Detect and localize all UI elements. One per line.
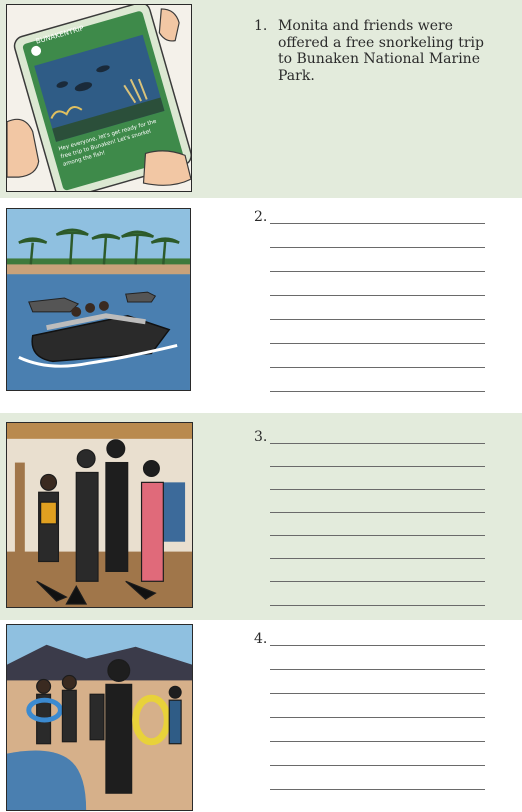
picture-beach	[6, 624, 193, 811]
answer-line[interactable]	[254, 372, 490, 394]
picture-speedboats	[6, 208, 191, 391]
answer-line[interactable]	[254, 276, 490, 298]
answer-line[interactable]	[254, 562, 490, 584]
item-1: 1. Monita and friends were offered a fre…	[254, 18, 494, 88]
answer-line[interactable]	[254, 493, 490, 515]
item-4-answer-lines: 4.	[254, 626, 494, 796]
answer-line[interactable]	[254, 770, 490, 792]
answer-line[interactable]	[254, 516, 490, 538]
item-2-answer-lines: 2.	[254, 204, 494, 404]
answer-line[interactable]	[254, 324, 490, 346]
answer-line[interactable]	[254, 698, 490, 720]
answer-line[interactable]	[254, 228, 490, 250]
answer-line[interactable]	[254, 348, 490, 370]
item-4-number: 4.	[254, 631, 268, 647]
item-1-number: 1.	[254, 18, 268, 34]
answer-line[interactable]	[254, 300, 490, 322]
item-3-number: 3.	[254, 429, 268, 445]
item-1-text: Monita and friends were offered a free s…	[278, 18, 484, 84]
answer-line[interactable]	[254, 447, 490, 469]
answer-line[interactable]: 4.	[254, 626, 490, 648]
answer-line[interactable]	[254, 650, 490, 672]
answer-line[interactable]	[254, 539, 490, 561]
answer-line[interactable]: 2.	[254, 204, 490, 226]
answer-line[interactable]	[254, 252, 490, 274]
answer-line[interactable]	[254, 674, 490, 696]
answer-line[interactable]	[254, 722, 490, 744]
picture-phone-invitation: BUNAKENTRIP Hey everyone, let's get read…	[6, 4, 192, 192]
answer-line[interactable]	[254, 470, 490, 492]
answer-line[interactable]	[254, 746, 490, 768]
picture-snorkel-gear	[6, 422, 193, 608]
answer-line[interactable]	[254, 586, 490, 608]
item-3-answer-lines: 3.	[254, 424, 494, 620]
answer-line[interactable]: 3.	[254, 424, 490, 446]
item-2-number: 2.	[254, 209, 268, 225]
